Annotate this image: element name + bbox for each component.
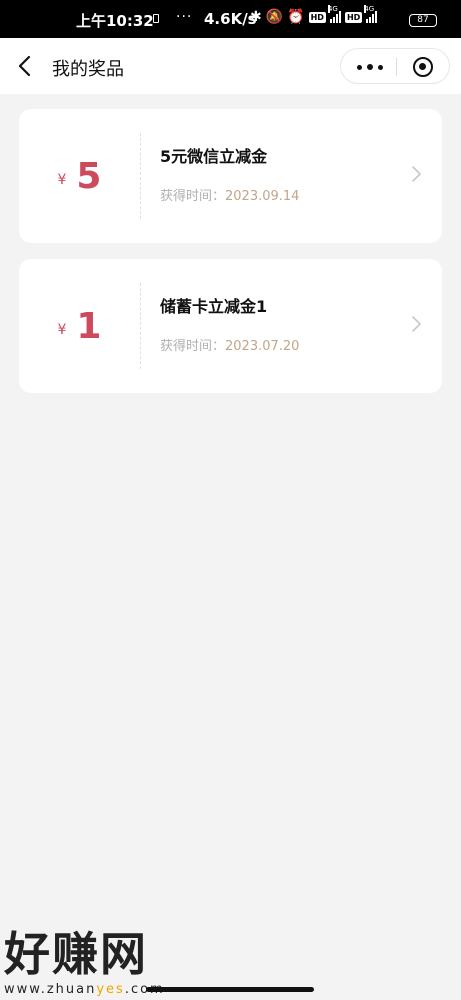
mute-bell-icon: 🔕 (265, 9, 284, 25)
alarm-icon: ⏰ (287, 9, 305, 25)
bluetooth-icon: ✱ (250, 9, 262, 25)
network-type-label: 4G (364, 5, 375, 13)
signal-icon: 4G (364, 5, 378, 23)
chevron-left-icon[interactable] (14, 52, 38, 80)
notification-icon (153, 14, 159, 23)
prize-title: 5元微信立减金 (160, 147, 268, 166)
status-more-dots: ··· (176, 9, 193, 25)
target-circle-icon[interactable] (413, 57, 433, 77)
network-speed: 4.6K/s (204, 10, 257, 28)
capsule-divider (396, 58, 397, 76)
page-title: 我的奖品 (52, 59, 124, 80)
prize-card[interactable]: ¥ 5 5元微信立减金 获得时间：2023.09.14 (19, 109, 442, 243)
prize-value: 5 (76, 155, 102, 197)
status-bar: 上午10:32 ··· 4.6K/s ✱ 🔕 ⏰ HD 4G HD 4G 87 (0, 0, 461, 38)
prize-date: 获得时间：2023.09.14 (160, 185, 299, 204)
prize-amount: ¥ 1 (19, 259, 140, 393)
prize-card[interactable]: ¥ 1 储蓄卡立减金1 获得时间：2023.07.20 (19, 259, 442, 393)
watermark: 好赚网 www.zhuanyes.com (4, 918, 165, 997)
watermark-url-highlight: yes (96, 982, 125, 997)
battery-icon: 87 (409, 14, 437, 27)
watermark-url: www.zhuanyes.com (4, 982, 165, 997)
currency-symbol: ¥ (57, 172, 67, 188)
dashed-divider (140, 283, 141, 369)
watermark-logo: 好赚网 (4, 927, 148, 981)
nav-bar: 我的奖品 (0, 38, 461, 94)
watermark-url-prefix: www.zhuan (4, 982, 97, 997)
prize-amount: ¥ 5 (19, 109, 140, 243)
network-type-label: 4G (327, 5, 338, 13)
mini-program-capsule (340, 48, 450, 84)
date-value: 2023.07.20 (225, 339, 300, 354)
prize-title: 储蓄卡立减金1 (160, 297, 268, 316)
chevron-right-icon (412, 166, 421, 182)
date-label: 获得时间： (160, 189, 226, 204)
date-label: 获得时间： (160, 339, 226, 354)
status-time: 上午10:32 (76, 12, 154, 30)
dashed-divider (140, 133, 141, 219)
prize-date: 获得时间：2023.07.20 (160, 335, 299, 354)
date-value: 2023.09.14 (225, 189, 300, 204)
hd-badge: HD (308, 11, 326, 23)
chevron-right-icon (412, 316, 421, 332)
more-dots-icon[interactable] (357, 64, 383, 70)
prize-value: 1 (76, 305, 102, 347)
signal-icon: 4G (327, 5, 341, 23)
hd-badge: HD (344, 11, 363, 23)
currency-symbol: ¥ (57, 322, 67, 338)
status-icons: ✱ 🔕 ⏰ HD 4G HD 4G (250, 5, 378, 25)
home-indicator[interactable] (146, 987, 314, 992)
